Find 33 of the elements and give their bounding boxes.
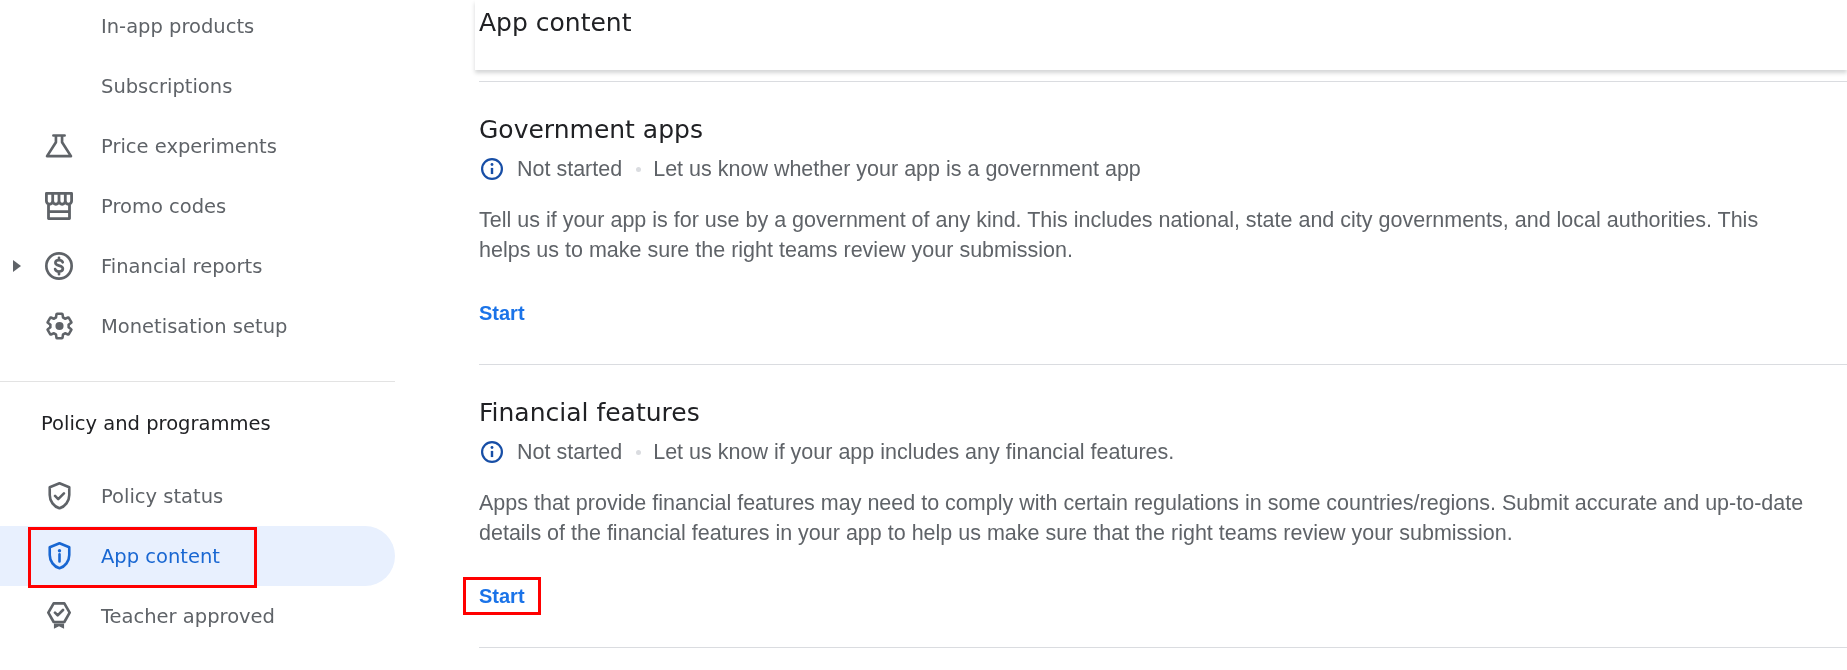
nav-item[interactable]: In-app products xyxy=(0,0,395,56)
bullet-icon xyxy=(636,166,642,172)
flask-icon xyxy=(45,134,73,158)
shield-check-icon xyxy=(47,482,71,510)
status-summary: Let us know whether your app is a government app xyxy=(653,156,1141,182)
nav-item[interactable]: Promo codes xyxy=(0,176,395,236)
start-button[interactable]: Start xyxy=(463,577,541,615)
badge-check-icon xyxy=(47,602,71,630)
status-text: Not started xyxy=(517,439,623,465)
nav-item[interactable]: Price experiments xyxy=(0,116,395,176)
info-icon xyxy=(481,441,503,463)
dollar-circle-icon xyxy=(45,252,73,280)
status-summary: Let us know if your app includes any financial features. xyxy=(653,439,1175,465)
bullet-icon xyxy=(636,449,642,455)
nav-item[interactable]: Subscriptions xyxy=(0,56,395,116)
status-text: Not started xyxy=(517,156,623,182)
caret-icon[interactable] xyxy=(13,260,21,272)
storefront-icon xyxy=(45,192,73,220)
nav-item[interactable]: Policy status xyxy=(0,466,395,526)
group-heading: Policy and programmes xyxy=(41,411,272,437)
section-title: Financial features xyxy=(479,397,700,429)
start-button[interactable]: Start xyxy=(463,294,541,332)
page-title: App content xyxy=(479,7,632,39)
nav-item[interactable]: Teacher approved xyxy=(0,586,395,646)
nav-item[interactable]: Monetisation setup xyxy=(0,296,395,356)
info-icon xyxy=(481,158,503,180)
shield-info-icon xyxy=(47,542,71,570)
section-title: Government apps xyxy=(479,114,703,146)
section-description: Apps that provide financial features may need to comply with certain regulations in some countries/regions. Submit accurate and up-to-date details of the financial features in your app to help us make sure that the right teams review your submission. xyxy=(479,490,1805,547)
settings-icon xyxy=(45,312,73,340)
section-description: Tell us if your app is for use by a government of any kind. This includes national, state and city governments, and local authorities. This helps us to make sure the right teams review your submission. xyxy=(479,207,1760,264)
nav-item[interactable]: App content xyxy=(0,526,395,586)
nav-item[interactable]: Financial reports xyxy=(0,236,395,296)
